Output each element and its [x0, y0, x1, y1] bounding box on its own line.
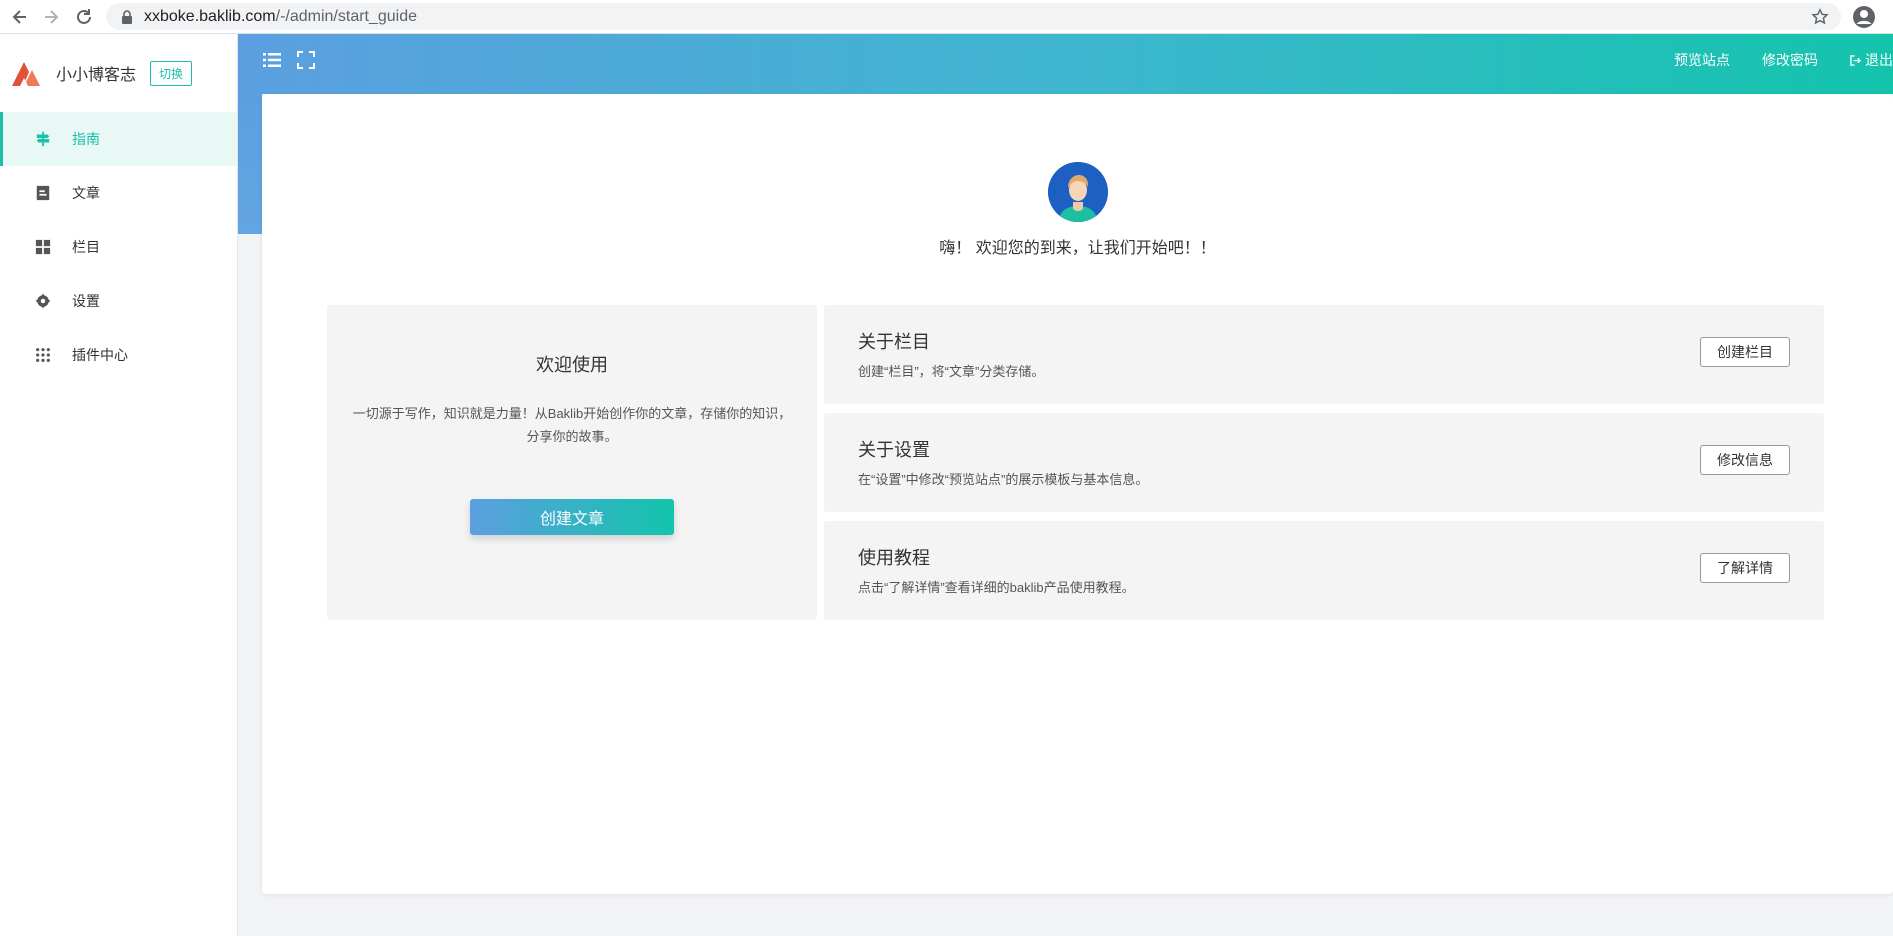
edit-info-button[interactable]: 修改信息	[1700, 445, 1790, 475]
bookmark-star-icon[interactable]	[1811, 8, 1829, 26]
url-path: /-/admin/start_guide	[275, 7, 418, 25]
intro-panel: 欢迎使用 一切源于写作，知识就是力量！从Baklib开始创作你的文章，存储你的知…	[327, 305, 817, 620]
grid-icon	[34, 238, 52, 256]
top-header: 预览站点 修改密码 退出	[238, 34, 1893, 94]
card-description: 创建“栏目”，将“文章”分类存储。	[858, 364, 1045, 379]
profile-icon[interactable]	[1852, 5, 1876, 29]
apps-icon	[34, 346, 52, 364]
card-columns: 关于栏目 创建“栏目”，将“文章”分类存储。 创建栏目	[824, 305, 1824, 404]
back-button[interactable]	[5, 2, 35, 32]
welcome-message: 嗨！ 欢迎您的到来，让我们开始吧！！	[939, 240, 1216, 257]
sidebar-item-label: 文章	[72, 185, 100, 201]
address-bar[interactable]: xxboke.baklib.com/-/admin/start_guide	[106, 3, 1841, 30]
sidebar-item-articles[interactable]: 文章	[0, 166, 237, 220]
learn-more-button[interactable]: 了解详情	[1700, 553, 1790, 583]
switch-site-button[interactable]: 切换	[150, 60, 193, 86]
url-host: xxboke.baklib.com	[144, 7, 276, 25]
document-icon	[34, 184, 52, 202]
user-avatar	[1048, 162, 1108, 222]
sidebar-item-label: 设置	[72, 293, 100, 309]
baklib-logo-icon	[12, 62, 40, 86]
sidebar-item-columns[interactable]: 栏目	[0, 220, 237, 274]
header-gradient-edge	[238, 94, 262, 234]
change-password-link[interactable]: 修改密码	[1762, 50, 1818, 70]
sidebar-item-label: 指南	[72, 131, 100, 147]
logout-label: 退出	[1865, 52, 1893, 68]
sidebar-item-plugins[interactable]: 插件中心	[0, 328, 237, 382]
signpost-icon	[34, 130, 52, 148]
card-title: 使用教程	[858, 548, 930, 568]
intro-title: 欢迎使用	[536, 355, 608, 375]
brand-name: 小小博客志	[56, 67, 137, 84]
card-title: 关于栏目	[858, 332, 930, 352]
preview-site-link[interactable]: 预览站点	[1674, 50, 1730, 70]
sidebar: 小小博客志 切换 指南 文章 栏目 设置 插件中心	[0, 34, 238, 936]
reload-icon	[77, 9, 91, 24]
sidebar-item-guide[interactable]: 指南	[0, 112, 237, 166]
main-content: 嗨！ 欢迎您的到来，让我们开始吧！！ 欢迎使用 一切源于写作，知识就是力量！从B…	[262, 94, 1893, 894]
brand: 小小博客志 切换	[0, 34, 237, 112]
create-column-button[interactable]: 创建栏目	[1700, 337, 1790, 367]
card-title: 关于设置	[858, 440, 930, 460]
logout-link[interactable]: 退出	[1850, 50, 1893, 70]
sidebar-item-label: 插件中心	[72, 347, 128, 363]
arrow-right-icon	[45, 10, 59, 24]
intro-description: 一切源于写作，知识就是力量！从Baklib开始创作你的文章，存储你的知识，分享你…	[352, 406, 792, 444]
card-description: 点击“了解详情”查看详细的baklib产品使用教程。	[858, 580, 1135, 595]
lock-icon	[122, 9, 132, 24]
menu-list-icon[interactable]	[262, 50, 282, 70]
gear-icon	[34, 292, 52, 310]
fullscreen-icon[interactable]	[296, 50, 316, 70]
forward-button[interactable]	[36, 2, 66, 32]
sidebar-item-settings[interactable]: 设置	[0, 274, 237, 328]
browser-toolbar: xxboke.baklib.com/-/admin/start_guide	[0, 0, 1893, 34]
person-avatar-icon	[1048, 162, 1108, 222]
card-tutorial: 使用教程 点击“了解详情”查看详细的baklib产品使用教程。 了解详情	[824, 521, 1824, 620]
arrow-left-icon	[12, 10, 26, 24]
reload-button[interactable]	[69, 2, 99, 32]
sidebar-item-label: 栏目	[72, 239, 100, 255]
card-description: 在“设置”中修改“预览站点”的展示模板与基本信息。	[858, 472, 1149, 487]
card-settings: 关于设置 在“设置”中修改“预览站点”的展示模板与基本信息。 修改信息	[824, 413, 1824, 512]
create-article-button[interactable]: 创建文章	[470, 499, 674, 535]
logout-icon	[1850, 54, 1861, 66]
